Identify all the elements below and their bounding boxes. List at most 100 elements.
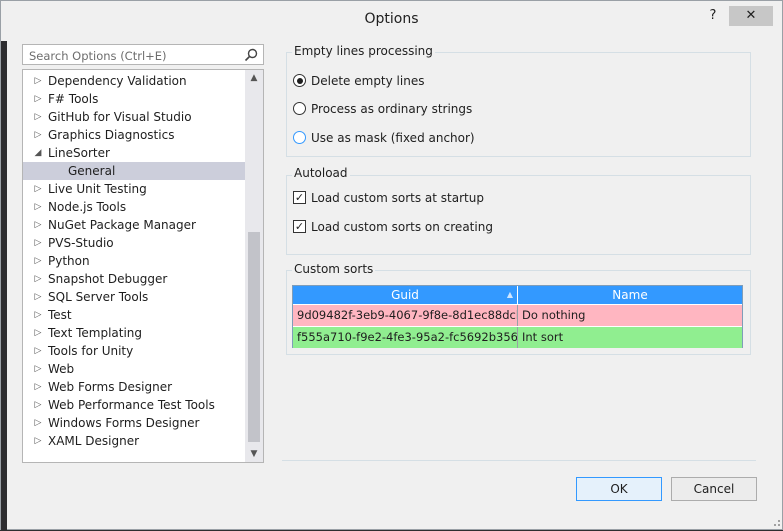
collapsed-arrow-icon[interactable]: ▷ <box>33 270 43 288</box>
title-bar: Options ? ✕ <box>1 1 782 39</box>
table-row[interactable]: f555a710-f9e2-4fe3-95a2-fc5692b356e7 Int… <box>293 327 742 348</box>
scroll-up-icon[interactable]: ▲ <box>245 70 263 86</box>
tree-item[interactable]: ▷ Dependency Validation <box>23 72 245 90</box>
search-box <box>22 44 264 65</box>
name-cell[interactable]: Do nothing <box>518 305 742 326</box>
tree-item[interactable]: ▷ SQL Server Tools <box>23 288 245 306</box>
tree-item-label: PVS-Studio <box>48 236 114 250</box>
tree-item[interactable]: ▷ Web <box>23 360 245 378</box>
checkbox-label: Load custom sorts on creating <box>311 220 493 234</box>
collapsed-arrow-icon[interactable]: ▷ <box>33 360 43 378</box>
tree-item[interactable]: ▷ Text Templating <box>23 324 245 342</box>
collapsed-arrow-icon[interactable]: ▷ <box>33 72 43 90</box>
collapsed-arrow-icon[interactable]: ▷ <box>33 234 43 252</box>
checkbox[interactable]: ✓ <box>293 191 306 204</box>
tree-item-label: GitHub for Visual Studio <box>48 110 192 124</box>
tree-item-label: Live Unit Testing <box>48 182 147 196</box>
tree-item[interactable]: ▷ F# Tools <box>23 90 245 108</box>
autoload-group <box>286 175 751 255</box>
collapsed-arrow-icon[interactable]: ▷ <box>33 288 43 306</box>
collapsed-arrow-icon[interactable]: ▷ <box>33 306 43 324</box>
radio-button[interactable] <box>293 131 306 144</box>
tree-item-label: NuGet Package Manager <box>48 218 196 232</box>
tree-item[interactable]: ▷ Snapshot Debugger <box>23 270 245 288</box>
guid-cell[interactable]: f555a710-f9e2-4fe3-95a2-fc5692b356e7 <box>293 327 518 348</box>
options-tree: ▷ Dependency Validation ▷ F# Tools ▷ GitHub f… <box>22 69 264 463</box>
collapsed-arrow-icon[interactable]: ▷ <box>33 90 43 108</box>
checkbox-label: Load custom sorts at startup <box>311 191 484 205</box>
tree-item[interactable]: ▷ GitHub for Visual Studio <box>23 108 245 126</box>
tree-item-label: Web Performance Test Tools <box>48 398 215 412</box>
collapsed-arrow-icon[interactable]: ▷ <box>33 126 43 144</box>
custom-sorts-grid: Guid ▲ Name 9d09482f-3eb9-4067-9f8e-8d1e… <box>292 285 743 348</box>
expanded-arrow-icon[interactable]: ◢ <box>33 144 43 162</box>
tree-item[interactable]: General <box>23 162 245 180</box>
tree-item[interactable]: ▷ Graphics Diagnostics <box>23 126 245 144</box>
tree-item-label: Text Templating <box>48 326 143 340</box>
tree-item-label: SQL Server Tools <box>48 290 149 304</box>
tree-item-label: Node.js Tools <box>48 200 127 214</box>
tree-item[interactable]: ▷ PVS-Studio <box>23 234 245 252</box>
tree-item[interactable]: ▷ Live Unit Testing <box>23 180 245 198</box>
tree-item-label: Snapshot Debugger <box>48 272 168 286</box>
table-row[interactable]: 9d09482f-3eb9-4067-9f8e-8d1ec88dcbce Do … <box>293 305 742 326</box>
empty-lines-group-title: Empty lines processing <box>292 44 435 58</box>
collapsed-arrow-icon[interactable]: ▷ <box>33 180 43 198</box>
sort-ascending-icon: ▲ <box>506 290 513 299</box>
cancel-button[interactable]: Cancel <box>671 477 757 501</box>
radio-button[interactable] <box>293 74 306 87</box>
column-header-guid[interactable]: Guid ▲ <box>293 286 518 304</box>
options-dialog: Options ? ✕ ▷ Dependency Validation ▷ F# To… <box>0 0 783 531</box>
background-editor-strip <box>1 41 7 531</box>
search-input[interactable] <box>27 47 241 64</box>
custom-sorts-group-title: Custom sorts <box>292 262 376 276</box>
collapsed-arrow-icon[interactable]: ▷ <box>33 198 43 216</box>
column-header-name[interactable]: Name <box>518 286 742 304</box>
close-button[interactable]: ✕ <box>729 6 773 26</box>
tree-item-label: Graphics Diagnostics <box>48 128 175 142</box>
resize-grip-icon[interactable] <box>771 517 781 527</box>
search-icon[interactable] <box>244 48 258 62</box>
tree-item[interactable]: ▷ XAML Designer <box>23 432 245 450</box>
collapsed-arrow-icon[interactable]: ▷ <box>33 324 43 342</box>
radio-label: Process as ordinary strings <box>311 102 473 116</box>
collapsed-arrow-icon[interactable]: ▷ <box>33 342 43 360</box>
grid-header: Guid ▲ Name <box>293 286 742 304</box>
tree-item-label: Python <box>48 254 90 268</box>
tree-item[interactable]: ▷ NuGet Package Manager <box>23 216 245 234</box>
guid-cell[interactable]: 9d09482f-3eb9-4067-9f8e-8d1ec88dcbce <box>293 305 518 326</box>
scroll-down-icon[interactable]: ▼ <box>245 446 263 462</box>
tree-item-label: Web <box>48 362 75 376</box>
collapsed-arrow-icon[interactable]: ▷ <box>33 252 43 270</box>
tree-item-label: LineSorter <box>48 146 110 160</box>
ok-button[interactable]: OK <box>576 477 662 501</box>
autoload-group-title: Autoload <box>292 166 350 180</box>
tree-scrollbar[interactable]: ▲ ▼ <box>245 70 263 462</box>
name-cell[interactable]: Int sort <box>518 327 742 348</box>
tree-item[interactable]: ▷ Web Performance Test Tools <box>23 396 245 414</box>
tree-item[interactable]: ▷ Tools for Unity <box>23 342 245 360</box>
tree-item-label: Windows Forms Designer <box>48 416 200 430</box>
scroll-thumb[interactable] <box>248 232 260 442</box>
tree-item-label: XAML Designer <box>48 434 140 448</box>
tree-item[interactable]: ▷ Web Forms Designer <box>23 378 245 396</box>
tree-item-label: General <box>68 164 116 178</box>
help-button[interactable]: ? <box>705 7 721 25</box>
radio-button[interactable] <box>293 102 306 115</box>
window-title: Options <box>364 11 419 27</box>
collapsed-arrow-icon[interactable]: ▷ <box>33 108 43 126</box>
tree-item[interactable]: ▷ Windows Forms Designer <box>23 414 245 432</box>
collapsed-arrow-icon[interactable]: ▷ <box>33 216 43 234</box>
collapsed-arrow-icon[interactable]: ▷ <box>33 378 43 396</box>
tree-item[interactable]: ▷ Test <box>23 306 245 324</box>
collapsed-arrow-icon[interactable]: ▷ <box>33 396 43 414</box>
checkbox[interactable]: ✓ <box>293 220 306 233</box>
tree-item[interactable]: ▷ Python <box>23 252 245 270</box>
tree-item-label: Test <box>48 308 72 322</box>
collapsed-arrow-icon[interactable]: ▷ <box>33 414 43 432</box>
tree-item[interactable]: ▷ Node.js Tools <box>23 198 245 216</box>
collapsed-arrow-icon[interactable]: ▷ <box>33 432 43 450</box>
tree-item[interactable]: ◢ LineSorter <box>23 144 245 162</box>
radio-label: Use as mask (fixed anchor) <box>311 131 475 145</box>
tree-item-label: F# Tools <box>48 92 99 106</box>
